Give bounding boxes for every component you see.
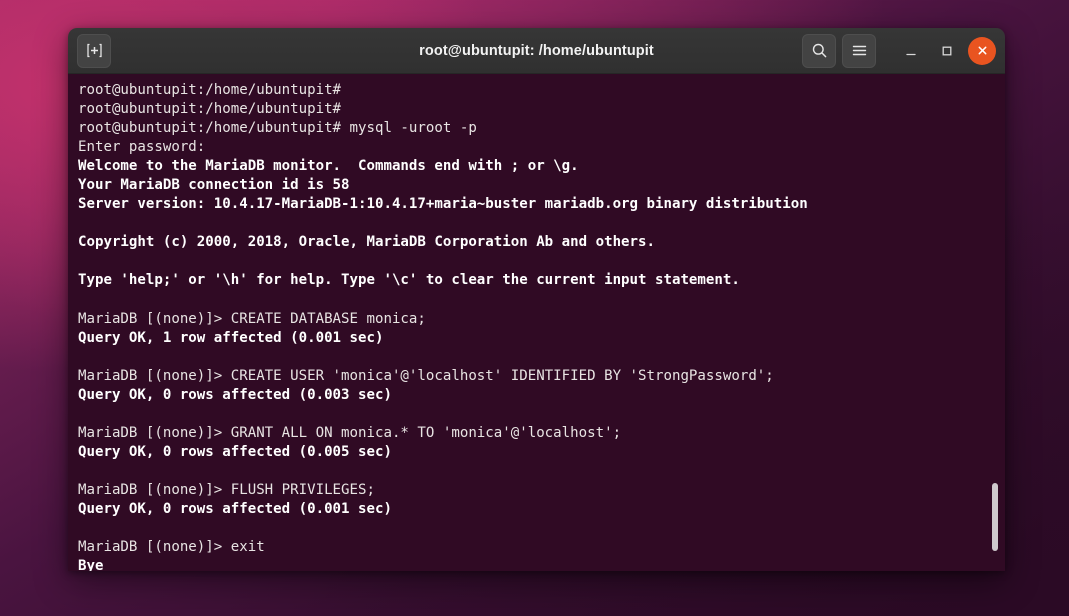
menu-button[interactable] <box>842 33 876 68</box>
terminal-body[interactable]: root@ubuntupit:/home/ubuntupit# root@ubun… <box>68 74 1005 571</box>
terminal-output: root@ubuntupit:/home/ubuntupit# root@ubun… <box>68 81 1005 571</box>
terminal-line: Copyright (c) 2000, 2018, Oracle, MariaD… <box>78 234 655 251</box>
terminal-line: root@ubuntupit:/home/ubuntupit# mysql -u… <box>78 120 477 137</box>
terminal-line: Type 'help;' or '\h' for help. Type '\c'… <box>78 272 740 289</box>
terminal-line: MariaDB [(none)]> exit <box>78 539 265 556</box>
minimize-button[interactable] <box>896 36 926 66</box>
terminal-line: Enter password: <box>78 139 206 156</box>
maximize-button[interactable] <box>932 36 962 66</box>
minimize-icon <box>906 53 916 55</box>
terminal-scrollbar[interactable] <box>990 81 1000 571</box>
search-button[interactable] <box>802 33 836 68</box>
terminal-line: Query OK, 0 rows affected (0.001 sec) <box>78 501 392 518</box>
scrollbar-thumb[interactable] <box>992 482 998 552</box>
terminal-line: MariaDB [(none)]> CREATE USER 'monica'@'… <box>78 367 774 384</box>
desktop-wallpaper: root@ubuntupit: /home/ubuntupit root@ubu… <box>0 0 1069 616</box>
terminal-line: Query OK, 1 row affected (0.001 sec) <box>78 329 384 346</box>
terminal-line: root@ubuntupit:/home/ubuntupit# <box>78 101 342 118</box>
new-tab-icon <box>86 43 102 58</box>
terminal-line: Bye <box>78 558 104 571</box>
titlebar-left-controls <box>77 33 111 68</box>
close-button[interactable] <box>968 36 996 65</box>
terminal-line: Server version: 10.4.17-MariaDB-1:10.4.1… <box>78 196 808 213</box>
new-tab-button[interactable] <box>77 33 111 68</box>
terminal-line: Query OK, 0 rows affected (0.003 sec) <box>78 386 392 403</box>
terminal-line: MariaDB [(none)]> GRANT ALL ON monica.* … <box>78 424 622 441</box>
maximize-icon <box>942 46 952 55</box>
terminal-line: Query OK, 0 rows affected (0.005 sec) <box>78 443 392 460</box>
terminal-line: Your MariaDB connection id is 58 <box>78 177 350 194</box>
terminal-line: MariaDB [(none)]> CREATE DATABASE monica… <box>78 310 426 327</box>
window-title-bar[interactable]: root@ubuntupit: /home/ubuntupit <box>68 28 1005 74</box>
search-icon <box>812 43 826 58</box>
titlebar-right-controls <box>802 33 996 68</box>
hamburger-menu-icon <box>852 45 866 56</box>
terminal-line: root@ubuntupit:/home/ubuntupit# <box>78 82 342 98</box>
terminal-window: root@ubuntupit: /home/ubuntupit root@ubu… <box>68 28 1005 571</box>
close-icon <box>978 46 986 55</box>
terminal-line: MariaDB [(none)]> FLUSH PRIVILEGES; <box>78 481 375 498</box>
terminal-line: Welcome to the MariaDB monitor. Commands… <box>78 158 579 175</box>
